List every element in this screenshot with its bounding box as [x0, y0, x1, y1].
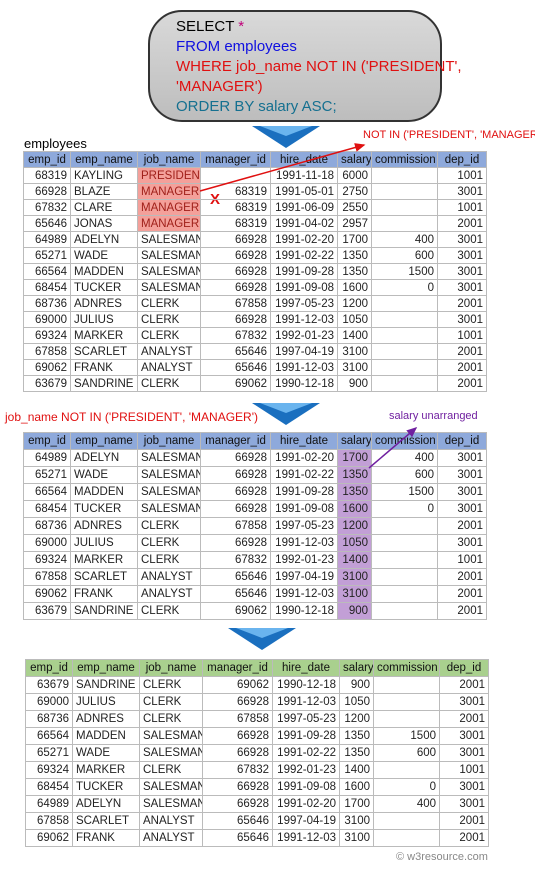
red-arrow — [199, 143, 366, 192]
diagram: SELECT * FROM employees WHERE job_name N… — [0, 0, 535, 873]
annotation-arrows — [199, 143, 418, 469]
purple-arrow — [368, 427, 418, 469]
